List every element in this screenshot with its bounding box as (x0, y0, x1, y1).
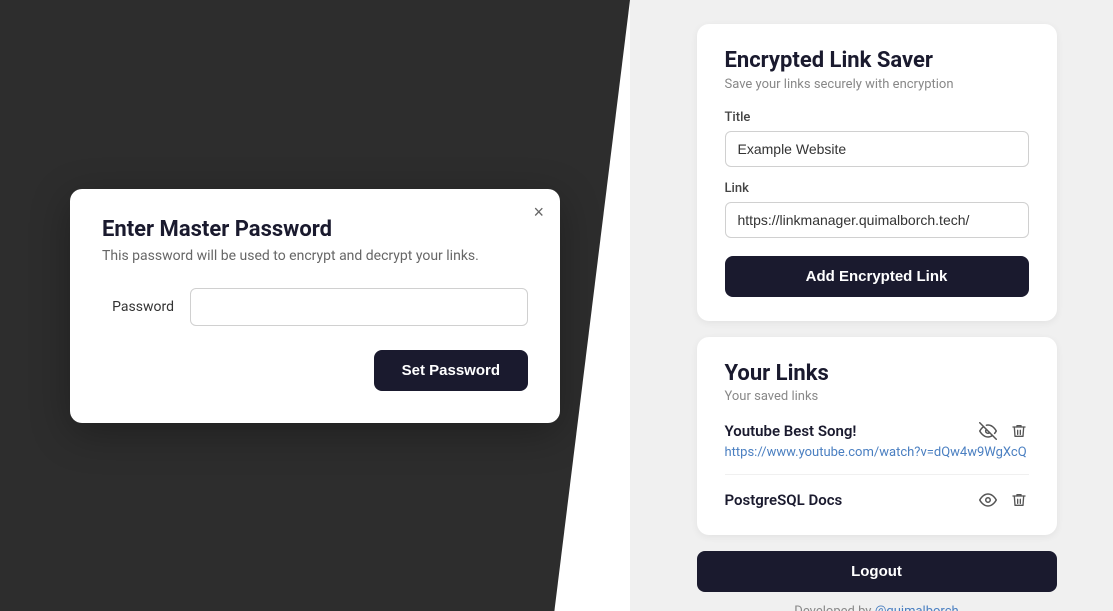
list-item: PostgreSQL Docs (725, 489, 1029, 511)
your-links-card: Your Links Your saved links Youtube Best… (697, 337, 1057, 535)
eye-icon (979, 491, 997, 509)
link-item-header: PostgreSQL Docs (725, 489, 1029, 511)
delete-link-button[interactable] (1009, 420, 1029, 442)
password-input[interactable] (190, 288, 528, 326)
trash-icon (1011, 491, 1027, 509)
modal-close-button[interactable]: × (533, 203, 544, 221)
left-panel: × Enter Master Password This password wi… (0, 0, 630, 611)
toggle-visibility-button[interactable] (977, 489, 999, 511)
modal-actions: Set Password (102, 350, 528, 391)
title-input[interactable] (725, 131, 1029, 167)
eye-slash-icon (979, 422, 997, 440)
add-card-title: Encrypted Link Saver (725, 48, 1029, 73)
add-card-subtitle: Save your links securely with encryption (725, 77, 1029, 92)
links-card-title: Your Links (725, 361, 1029, 386)
add-link-card: Encrypted Link Saver Save your links sec… (697, 24, 1057, 321)
link-item-url[interactable]: https://www.youtube.com/watch?v=dQw4w9Wg… (725, 445, 1029, 460)
list-item: Youtube Best Song! (725, 420, 1029, 475)
delete-link-button[interactable] (1009, 489, 1029, 511)
trash-icon (1011, 422, 1027, 440)
link-item-name: PostgreSQL Docs (725, 491, 843, 509)
password-label: Password (102, 299, 174, 315)
modal-title: Enter Master Password (102, 217, 528, 242)
toggle-visibility-button[interactable] (977, 420, 999, 442)
logout-button[interactable]: Logout (697, 551, 1057, 592)
link-field-label: Link (725, 181, 1029, 196)
modal-subtitle: This password will be used to encrypt an… (102, 248, 528, 264)
right-panel: Encrypted Link Saver Save your links sec… (630, 0, 1113, 611)
links-card-subtitle: Your saved links (725, 389, 1029, 404)
title-field-label: Title (725, 110, 1029, 125)
add-encrypted-link-button[interactable]: Add Encrypted Link (725, 256, 1029, 297)
footer-link[interactable]: @quimalborch (875, 604, 959, 611)
footer-text: Developed by (794, 604, 874, 611)
link-item-name: Youtube Best Song! (725, 422, 857, 440)
link-input[interactable] (725, 202, 1029, 238)
password-form-row: Password (102, 288, 528, 326)
master-password-modal: × Enter Master Password This password wi… (70, 189, 560, 423)
footer: Developed by @quimalborch (794, 604, 958, 611)
set-password-button[interactable]: Set Password (374, 350, 528, 391)
link-item-header: Youtube Best Song! (725, 420, 1029, 442)
link-item-actions (977, 489, 1029, 511)
link-item-actions (977, 420, 1029, 442)
